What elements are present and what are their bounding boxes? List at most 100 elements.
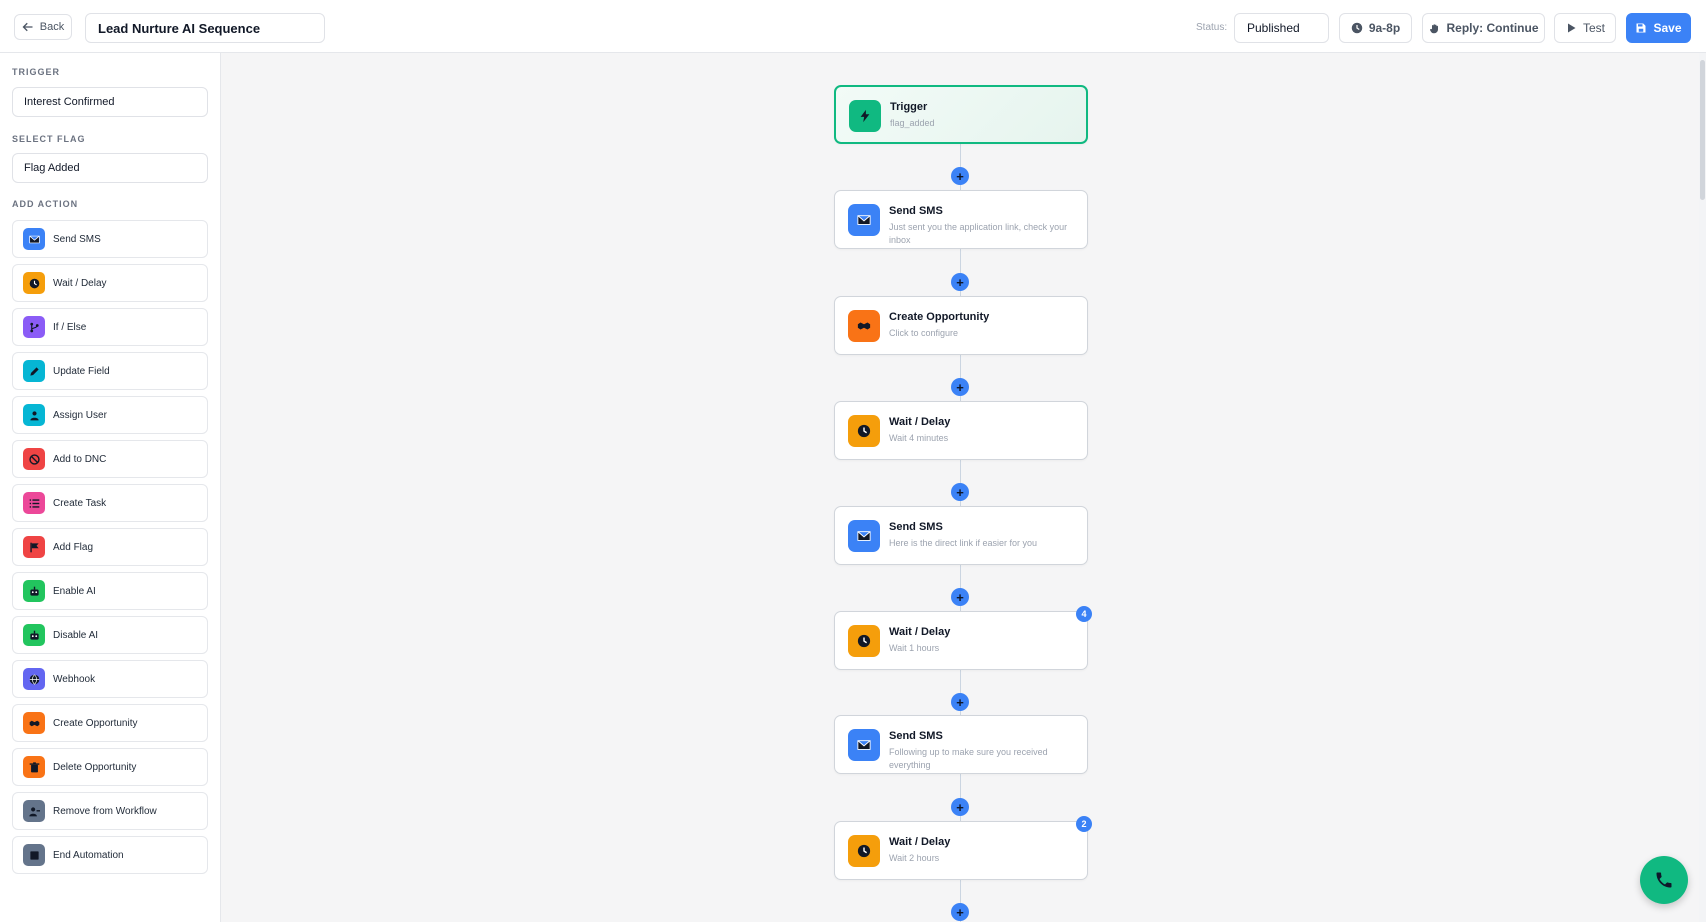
envelope-icon (23, 228, 45, 250)
action-item-wait-delay[interactable]: Wait / Delay (12, 264, 208, 302)
action-item-create-opportunity[interactable]: Create Opportunity (12, 704, 208, 742)
reply-mode-label: Reply: Continue (1446, 21, 1539, 35)
action-item-if-else[interactable]: If / Else (12, 308, 208, 346)
floppy-disk-icon (1636, 23, 1646, 33)
action-item-assign-user[interactable]: Assign User (12, 396, 208, 434)
canvas-scrollbar-thumb[interactable] (1700, 60, 1705, 200)
workflow-node-wait-delay[interactable]: Wait / Delay Wait 2 hours (834, 821, 1088, 880)
action-item-send-sms[interactable]: Send SMS (12, 220, 208, 258)
action-item-create-task[interactable]: Create Task (12, 484, 208, 522)
action-item-end-automation[interactable]: End Automation (12, 836, 208, 874)
action-item-add-flag[interactable]: Add Flag (12, 528, 208, 566)
add-step-button[interactable]: + (951, 798, 969, 816)
flag-section-label: SELECT FLAG (12, 134, 86, 144)
add-step-button[interactable]: + (951, 378, 969, 396)
play-icon (1567, 23, 1576, 33)
node-title: Send SMS (889, 730, 943, 742)
add-step-button[interactable]: + (951, 167, 969, 185)
user-minus-icon (23, 800, 45, 822)
handshake-icon (23, 712, 45, 734)
action-item-label: Delete Opportunity (53, 761, 137, 773)
flag-icon (23, 536, 45, 558)
hours-button-label: 9a-8p (1368, 21, 1401, 35)
handshake-icon (848, 310, 880, 342)
node-title: Wait / Delay (889, 626, 951, 638)
back-button[interactable]: Back (14, 14, 72, 40)
status-select[interactable]: Published (1234, 13, 1329, 43)
node-title: Wait / Delay (889, 836, 951, 848)
action-item-delete-opportunity[interactable]: Delete Opportunity (12, 748, 208, 786)
workflow-node-send-sms[interactable]: Send SMS Following up to make sure you re… (834, 715, 1088, 774)
action-item-label: If / Else (53, 321, 87, 333)
node-title: Create Opportunity (889, 311, 990, 323)
action-item-label: Add to DNC (53, 453, 107, 465)
phone-icon (1656, 872, 1672, 888)
action-item-label: Create Opportunity (53, 717, 138, 729)
flag-select[interactable]: Flag Added (12, 153, 208, 183)
globe-icon (23, 668, 45, 690)
reply-mode-button[interactable]: Reply: Continue (1422, 13, 1545, 43)
node-subtitle: Just sent you the application link, chec… (889, 222, 1068, 245)
action-item-label: Webhook (53, 673, 96, 685)
node-title: Trigger (890, 101, 928, 113)
add-step-button[interactable]: + (951, 273, 969, 291)
robot-icon (23, 624, 45, 646)
action-item-remove-from-workflow[interactable]: Remove from Workflow (12, 792, 208, 830)
node-subtitle: flag_added (890, 118, 935, 128)
action-item-enable-ai[interactable]: Enable AI (12, 572, 208, 610)
back-button-label: Back (39, 21, 65, 33)
action-item-add-to-dnc[interactable]: Add to DNC (12, 440, 208, 478)
envelope-icon (848, 204, 880, 236)
user-icon (23, 404, 45, 426)
test-button[interactable]: Test (1554, 13, 1616, 43)
action-item-webhook[interactable]: Webhook (12, 660, 208, 698)
action-item-label: Wait / Delay (53, 277, 107, 289)
clock-icon (848, 835, 880, 867)
pencil-icon (23, 360, 45, 382)
node-count-badge: 4 (1076, 606, 1092, 622)
stop-icon (23, 844, 45, 866)
sequence-title-input[interactable] (85, 13, 325, 43)
phone-call-button[interactable] (1640, 856, 1688, 904)
clock-icon (1351, 22, 1363, 34)
add-step-button[interactable]: + (951, 693, 969, 711)
clock-icon (848, 625, 880, 657)
action-item-label: Create Task (53, 497, 107, 509)
workflow-node-send-sms[interactable]: Send SMS Here is the direct link if easie… (834, 506, 1088, 565)
save-button[interactable]: Save (1626, 13, 1691, 43)
action-item-update-field[interactable]: Update Field (12, 352, 208, 390)
branch-icon (23, 316, 45, 338)
trigger-select[interactable]: Interest Confirmed (12, 87, 208, 117)
bolt-icon (849, 100, 881, 132)
save-button-label: Save (1653, 21, 1682, 35)
trash-icon (23, 756, 45, 778)
workflow-canvas[interactable]: Trigger flag_added Send SMS Just sent you t… (222, 53, 1706, 922)
node-subtitle: Click to configure (889, 328, 959, 338)
node-title: Send SMS (889, 521, 943, 533)
trigger-node[interactable]: Trigger flag_added (834, 85, 1088, 144)
workflow-node-wait-delay[interactable]: Wait / Delay Wait 1 hours (834, 611, 1088, 670)
add-step-button[interactable]: + (951, 903, 969, 921)
workflow-node-send-sms[interactable]: Send SMS Just sent you the application li… (834, 190, 1088, 249)
trigger-section-label: TRIGGER (12, 67, 61, 77)
action-item-label: Disable AI (53, 629, 99, 641)
node-subtitle: Wait 4 minutes (889, 433, 949, 443)
robot-icon (23, 580, 45, 602)
hours-button[interactable]: 9a-8p (1339, 13, 1412, 43)
workflow-node-create-opportunity[interactable]: Create Opportunity Click to configure (834, 296, 1088, 355)
node-subtitle: Wait 1 hours (889, 643, 940, 653)
ban-icon (23, 448, 45, 470)
workflow-node-wait-delay[interactable]: Wait / Delay Wait 4 minutes (834, 401, 1088, 460)
action-item-disable-ai[interactable]: Disable AI (12, 616, 208, 654)
action-item-label: Add Flag (53, 541, 94, 553)
add-step-button[interactable]: + (951, 483, 969, 501)
list-icon (23, 492, 45, 514)
arrow-left-icon (22, 22, 33, 32)
action-item-label: Remove from Workflow (53, 805, 157, 817)
clock-icon (848, 415, 880, 447)
envelope-icon (848, 729, 880, 761)
add-step-button[interactable]: + (951, 588, 969, 606)
action-item-label: Assign User (53, 409, 107, 421)
status-label: Status: (1196, 22, 1228, 33)
envelope-icon (848, 520, 880, 552)
